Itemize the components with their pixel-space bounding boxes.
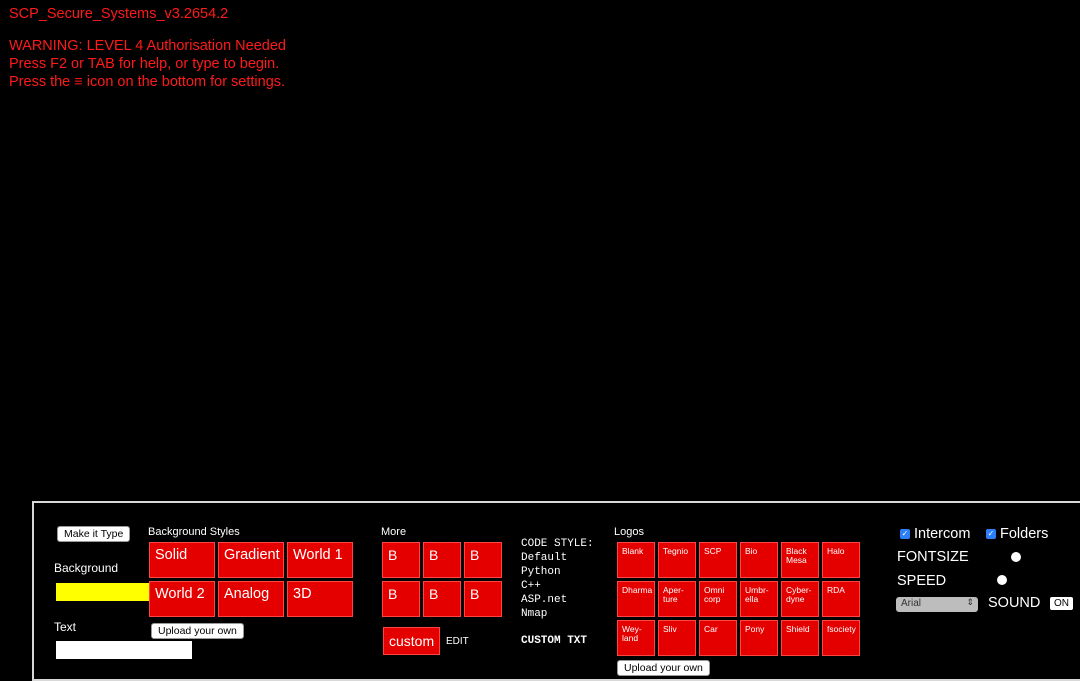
terminal-title: SCP_Secure_Systems_v3.2654.2: [9, 6, 229, 22]
logo-button-umbr-ella[interactable]: Umbr-ella: [740, 581, 778, 617]
folders-checkbox-icon[interactable]: ✓: [986, 529, 996, 540]
logo-button-label: fsociety: [827, 624, 856, 634]
logo-button-scp[interactable]: SCP: [699, 542, 737, 578]
custom-txt-button[interactable]: CUSTOM TXT: [521, 635, 587, 647]
upload-logo-button[interactable]: Upload your own: [617, 660, 710, 676]
logos-heading: Logos: [614, 526, 644, 538]
code-style-nmap[interactable]: Nmap: [521, 607, 594, 621]
bg-style-world-2[interactable]: World 2: [149, 581, 215, 617]
more-button-4[interactable]: B: [382, 581, 420, 617]
intercom-label: Intercom: [914, 526, 971, 542]
terminal-output: SCP_Secure_Systems_v3.2654.2 WARNING: LE…: [9, 5, 286, 91]
terminal-warning: WARNING: LEVEL 4 Authorisation Needed: [9, 38, 286, 54]
select-arrows-icon: ⇕: [966, 597, 974, 607]
logo-button-label: SCP: [704, 546, 722, 556]
background-styles-heading: Background Styles: [148, 526, 240, 538]
logo-button-aper-ture[interactable]: Aper-ture: [658, 581, 696, 617]
custom-button[interactable]: custom: [383, 627, 440, 655]
background-label: Background: [54, 561, 119, 575]
text-label: Text: [54, 620, 77, 634]
code-style-heading: CODE STYLE:: [521, 538, 594, 550]
logo-button-label: Dharma: [622, 585, 653, 595]
more-button-3[interactable]: B: [464, 542, 502, 578]
logo-button-blank[interactable]: Blank: [617, 542, 655, 578]
logo-button-bio[interactable]: Bio: [740, 542, 778, 578]
sound-label: SOUND: [988, 595, 1041, 611]
logo-button-tegnio[interactable]: Tegnio: [658, 542, 696, 578]
fontsize-label: FONTSIZE: [897, 549, 969, 565]
logo-button-label: Blank: [622, 546, 644, 556]
hint-prefix: Press the: [9, 74, 75, 90]
sound-toggle-button[interactable]: ON: [1050, 597, 1073, 610]
logo-button-blackmesa[interactable]: Black Mesa: [781, 542, 819, 578]
code-style-list: CODE STYLE: Default Python C++ ASP.net N…: [521, 537, 594, 621]
logo-button-label: Shield: [786, 624, 810, 634]
logo-button-cyber-dyne[interactable]: Cyber-dyne: [781, 581, 819, 617]
make-it-type-button[interactable]: Make it Type: [57, 526, 131, 542]
more-button-5[interactable]: B: [423, 581, 461, 617]
terminal-settings-hint: Press the ≡ icon on the bottom for setti…: [9, 73, 286, 91]
fontsize-slider-handle[interactable]: [1011, 552, 1021, 562]
logo-button-rda[interactable]: RDA: [822, 581, 860, 617]
folders-label: Folders: [1000, 526, 1049, 542]
logo-button-pony[interactable]: Pony: [740, 620, 778, 656]
more-button-1[interactable]: B: [382, 542, 420, 578]
font-select-value: Arial: [901, 598, 922, 609]
more-button-2[interactable]: B: [423, 542, 461, 578]
logo-button-halo[interactable]: Halo: [822, 542, 860, 578]
intercom-checkbox-icon[interactable]: ✓: [900, 529, 910, 540]
logo-button-dharma[interactable]: Dharma: [617, 581, 655, 617]
logo-button-car[interactable]: Car: [699, 620, 737, 656]
logo-button-label: Mesa: [786, 555, 807, 565]
logo-button-shield[interactable]: Shield: [781, 620, 819, 656]
speed-label: SPEED: [897, 573, 947, 589]
terminal-help: Press F2 or TAB for help, or type to beg…: [9, 56, 280, 72]
hint-suffix: icon on the bottom for settings.: [82, 74, 286, 90]
text-color-swatch[interactable]: [56, 641, 192, 659]
edit-link[interactable]: EDIT: [446, 636, 469, 647]
more-button-6[interactable]: B: [464, 581, 502, 617]
intercom-option[interactable]: ✓ Intercom: [900, 526, 970, 542]
more-heading: More: [381, 526, 407, 538]
logo-button-label: Pony: [745, 624, 765, 634]
logo-button-label: RDA: [827, 585, 845, 595]
logo-button-label: ella: [745, 594, 759, 604]
logo-button-label: Car: [704, 624, 718, 634]
logo-button-sliv[interactable]: Sliv: [658, 620, 696, 656]
menu-icon: ≡: [74, 74, 83, 90]
code-style-cpp[interactable]: C++: [521, 579, 594, 593]
code-style-default[interactable]: Default: [521, 551, 594, 565]
logo-button-fsociety[interactable]: fsociety: [822, 620, 860, 656]
logo-button-label: dyne: [786, 594, 805, 604]
folders-option[interactable]: ✓ Folders: [986, 526, 1048, 542]
settings-panel: Make it Type Background Text Background …: [32, 501, 1080, 681]
logo-button-wey-land[interactable]: Wey-land: [617, 620, 655, 656]
upload-background-button[interactable]: Upload your own: [151, 623, 244, 639]
logo-button-label: Halo: [827, 546, 845, 556]
logo-button-label: Sliv: [663, 624, 677, 634]
background-color-swatch[interactable]: [56, 583, 152, 601]
bg-style-world-1[interactable]: World 1: [287, 542, 353, 578]
bg-style-3d[interactable]: 3D: [287, 581, 353, 617]
logo-button-label: Tegnio: [663, 546, 689, 556]
logo-button-label: Bio: [745, 546, 758, 556]
logo-button-label: corp: [704, 594, 721, 604]
code-style-aspnet[interactable]: ASP.net: [521, 593, 594, 607]
bg-style-gradient[interactable]: Gradient: [218, 542, 284, 578]
font-select[interactable]: Arial ⇕: [896, 597, 978, 612]
logo-button-label: land: [622, 633, 639, 643]
bg-style-solid[interactable]: Solid: [149, 542, 215, 578]
code-style-python[interactable]: Python: [521, 565, 594, 579]
logo-button-omnicorp[interactable]: Omni corp: [699, 581, 737, 617]
logo-button-label: ture: [663, 594, 678, 604]
speed-slider-handle[interactable]: [997, 575, 1007, 585]
bg-style-analog[interactable]: Analog: [218, 581, 284, 617]
